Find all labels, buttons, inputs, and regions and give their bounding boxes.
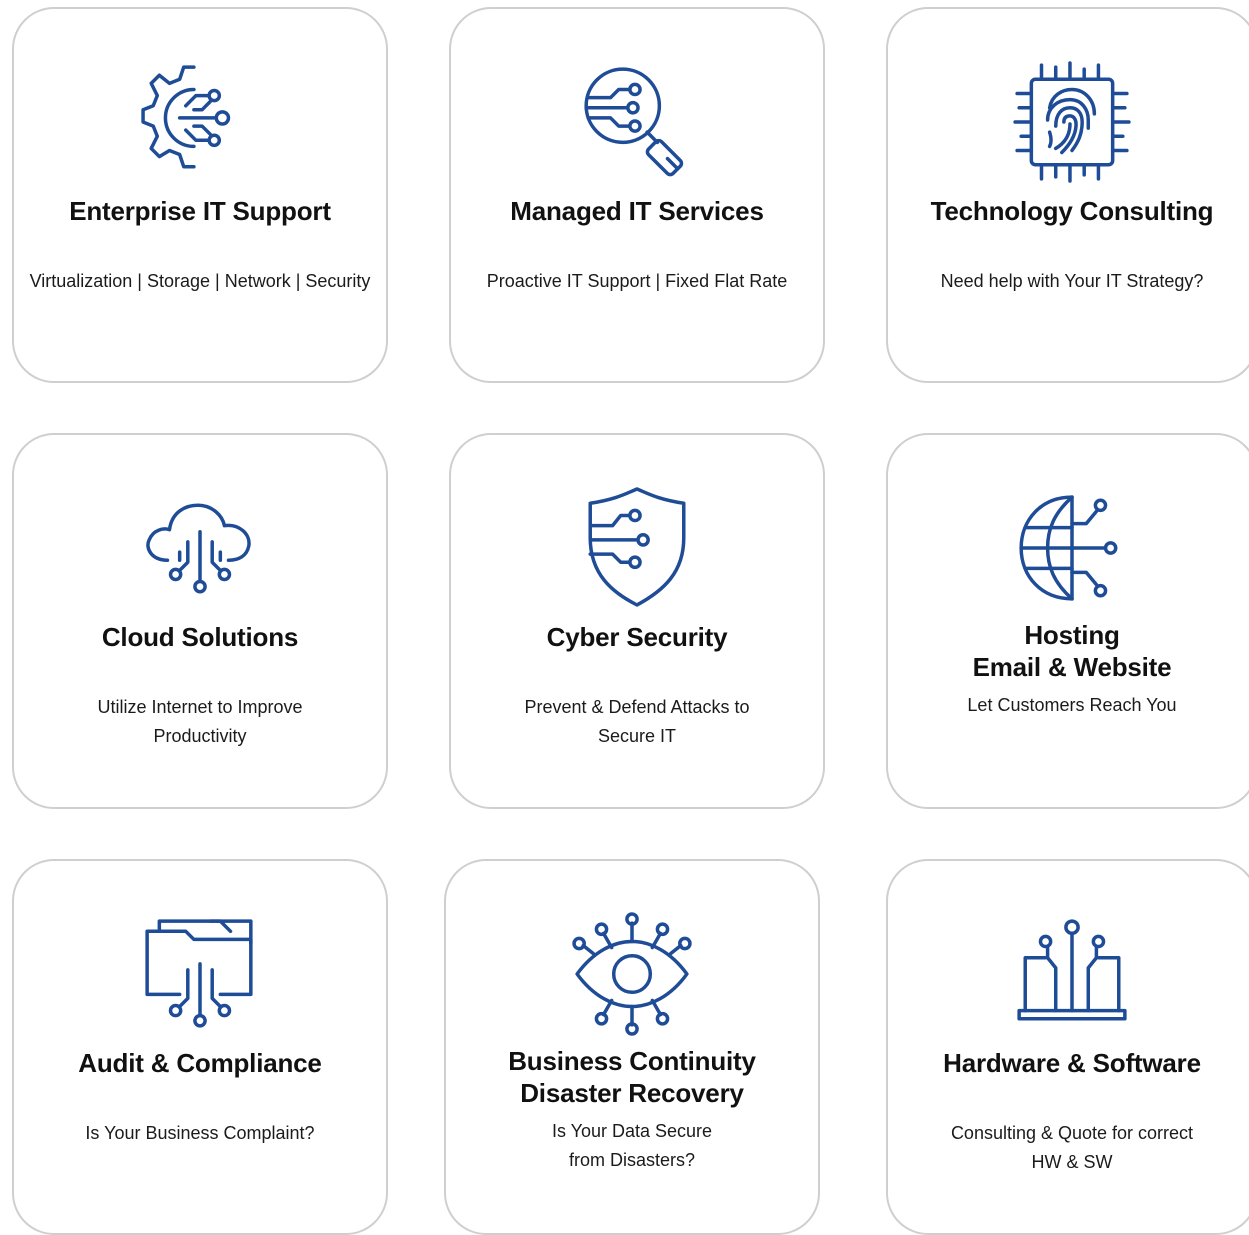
service-title-line: Disaster Recovery xyxy=(520,1078,744,1108)
folder-circuit-icon xyxy=(14,913,386,1035)
cloud-circuit-icon xyxy=(14,487,386,609)
service-title: Audit & Compliance xyxy=(78,1048,322,1078)
service-description: Virtualization | Storage | Network | Sec… xyxy=(29,271,371,291)
service-title: Hosting Email & Website xyxy=(896,619,1248,683)
service-title-line: Hosting xyxy=(1024,620,1120,650)
service-card-hardware-software[interactable]: Hardware & Software Consulting & Quote f… xyxy=(886,859,1249,1235)
fingerprint-chip-icon xyxy=(888,61,1249,183)
service-card-technology-consulting[interactable]: Technology Consulting Need help with You… xyxy=(886,7,1249,383)
shield-circuit-icon xyxy=(451,487,823,609)
service-description: Proactive IT Support | Fixed Flat Rate xyxy=(486,271,788,291)
service-card-enterprise-it-support[interactable]: Enterprise IT Support Virtualization | S… xyxy=(12,7,388,383)
service-description-line: Is Your Data Secure xyxy=(551,1121,713,1141)
service-title: Business Continuity Disaster Recovery xyxy=(454,1045,810,1109)
service-description-line: Consulting & Quote for correct xyxy=(950,1123,1194,1143)
service-description-line: Prevent & Defend Attacks to xyxy=(524,697,750,717)
service-title: Technology Consulting xyxy=(930,196,1214,226)
service-description-line: Utilize Internet to Improve xyxy=(97,697,303,717)
service-description: Consulting & Quote for correct HW & SW xyxy=(896,1119,1248,1177)
service-card-managed-it-services[interactable]: Managed IT Services Proactive IT Support… xyxy=(449,7,825,383)
service-title: Enterprise IT Support xyxy=(69,196,331,226)
magnifier-circuit-icon xyxy=(451,61,823,183)
service-description: Let Customers Reach You xyxy=(967,695,1177,715)
service-description-line: Productivity xyxy=(153,726,247,746)
service-description: Is Your Data Secure from Disasters? xyxy=(454,1117,810,1175)
service-description: Need help with Your IT Strategy? xyxy=(940,271,1204,291)
service-title: Hardware & Software xyxy=(943,1048,1201,1078)
service-description-line: HW & SW xyxy=(1031,1152,1113,1172)
gear-circuit-icon xyxy=(14,61,386,183)
service-description: Utilize Internet to Improve Productivity xyxy=(22,693,378,751)
service-description: Is Your Business Complaint? xyxy=(85,1123,315,1143)
service-card-hosting[interactable]: Hosting Email & Website Let Customers Re… xyxy=(886,433,1249,809)
service-description-line: from Disasters? xyxy=(568,1150,696,1170)
globe-circuit-icon xyxy=(888,487,1249,609)
service-card-business-continuity[interactable]: Business Continuity Disaster Recovery Is… xyxy=(444,859,820,1235)
laptop-circuit-icon xyxy=(888,913,1249,1035)
service-title: Cyber Security xyxy=(546,622,728,652)
service-description: Prevent & Defend Attacks to Secure IT xyxy=(459,693,815,751)
service-title: Cloud Solutions xyxy=(101,622,299,652)
service-card-cyber-security[interactable]: Cyber Security Prevent & Defend Attacks … xyxy=(449,433,825,809)
service-card-cloud-solutions[interactable]: Cloud Solutions Utilize Internet to Impr… xyxy=(12,433,388,809)
service-title-line: Business Continuity xyxy=(508,1046,756,1076)
service-title-line: Email & Website xyxy=(972,652,1172,682)
service-card-audit-compliance[interactable]: Audit & Compliance Is Your Business Comp… xyxy=(12,859,388,1235)
service-title: Managed IT Services xyxy=(510,196,764,226)
service-description-line: Secure IT xyxy=(597,726,677,746)
eye-circuit-icon xyxy=(446,913,818,1035)
